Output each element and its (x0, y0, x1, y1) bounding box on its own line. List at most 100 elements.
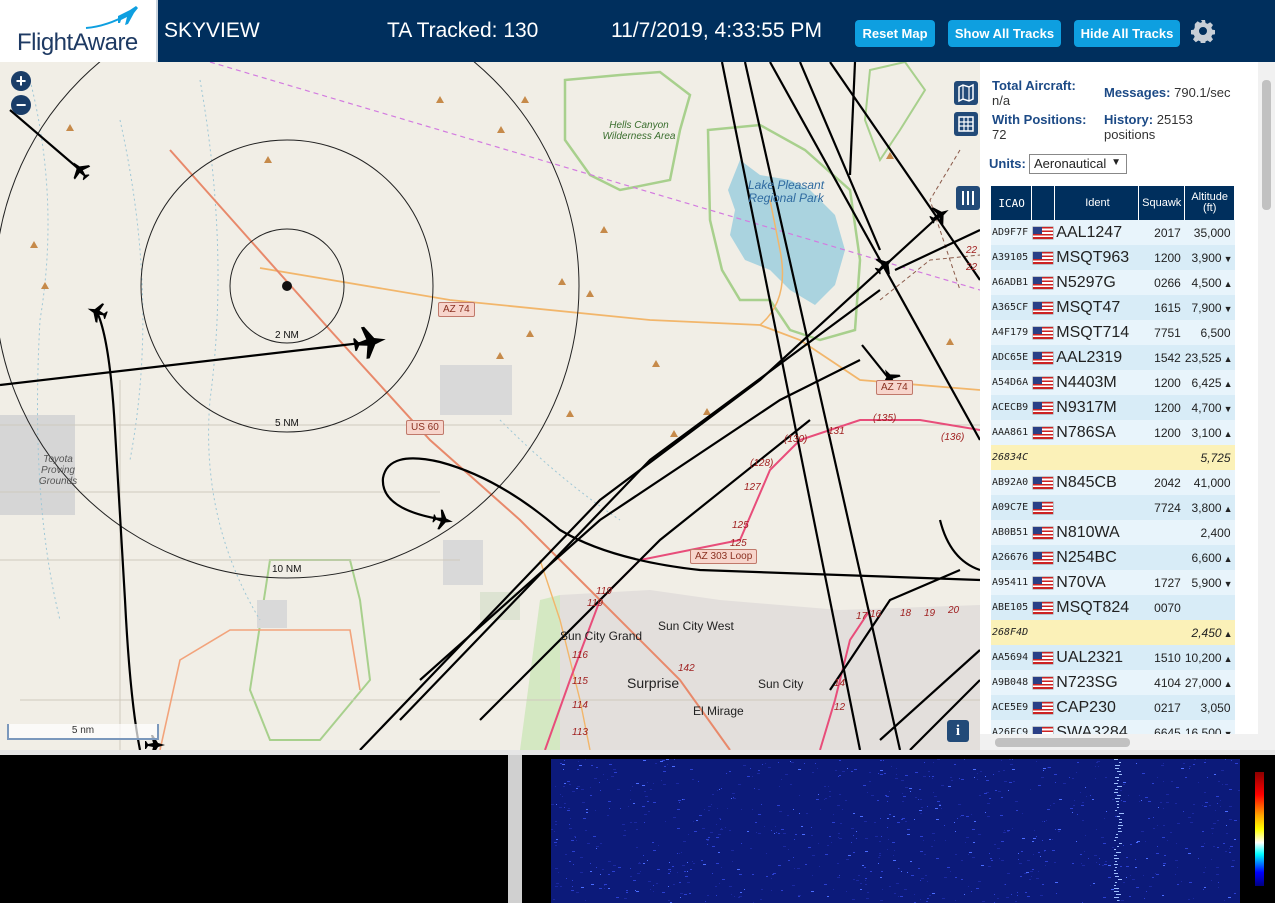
scrollbar-thumb[interactable] (995, 738, 1130, 747)
units-select[interactable]: Aeronautical ▼ (1029, 154, 1127, 174)
route-number: 119 (596, 586, 612, 597)
aircraft-sidebar: Total Aircraft: n/a Messages: 790.1/sec … (980, 62, 1275, 750)
cell-altitude: 2,400 (1184, 520, 1235, 545)
colorbar-legend (1255, 772, 1264, 886)
us-flag-icon (1033, 576, 1054, 589)
col-altitude-header[interactable]: Altitude (ft) (1184, 186, 1235, 220)
altitude-trend-icon: ▲ (1223, 378, 1233, 389)
cell-squawk: 1200 (1138, 420, 1185, 445)
cell-icao: A6ADB1 (991, 270, 1032, 295)
table-row[interactable]: A54D6A N4403M 1200 6,425 ▲ (991, 370, 1235, 395)
grid-button[interactable] (954, 112, 978, 136)
history-label: History: (1104, 112, 1154, 127)
cell-flag (1031, 370, 1055, 395)
info-button[interactable]: i (947, 720, 969, 742)
cell-ident: N254BC (1054, 545, 1139, 570)
highway-shield: AZ 74 (876, 380, 913, 395)
cell-icao: A09C7E (991, 495, 1032, 520)
col-squawk-header[interactable]: Squawk (1138, 186, 1186, 220)
cell-ident: MSQT714 (1054, 320, 1139, 345)
cell-squawk: 1727 (1138, 570, 1185, 595)
table-row[interactable]: A95411 N70VA 1727 5,900 ▼ (991, 570, 1235, 595)
table-row[interactable]: AAA861 N786SA 1200 3,100 ▲ (991, 420, 1235, 445)
with-positions-label: With Positions: (992, 112, 1087, 127)
place-label: Sun City Grand (560, 629, 643, 643)
zoom-in-button[interactable]: + (11, 71, 31, 91)
columns-toggle-button[interactable] (956, 186, 980, 210)
table-row[interactable]: ACE5E9 CAP230 0217 3,050 (991, 695, 1235, 720)
table-row[interactable]: A09C7E 7724 3,800 ▲ (991, 495, 1235, 520)
horizontal-scrollbar[interactable] (980, 734, 1258, 750)
cell-ident: CAP230 (1054, 695, 1139, 720)
app-title: SKYVIEW (164, 19, 260, 42)
us-flag-icon (1033, 426, 1054, 439)
route-number: 119 (587, 598, 603, 609)
table-row[interactable]: AA5694 UAL2321 1510 10,200 ▲ (991, 645, 1235, 670)
cell-flag (1031, 420, 1055, 445)
altitude-trend-icon: ▲ (1223, 553, 1233, 564)
cell-icao: A39105 (991, 245, 1032, 270)
table-row[interactable]: ADC65E AAL2319 1542 23,525 ▲ (991, 345, 1235, 370)
place-label: Surprise (627, 675, 680, 691)
cell-ident (1054, 495, 1139, 520)
scrollbar-thumb[interactable] (1262, 80, 1271, 210)
us-flag-icon (1033, 251, 1054, 264)
table-row[interactable]: ABE105 MSQT824 0070 (991, 595, 1235, 620)
signal-panel (0, 755, 508, 903)
reset-map-button[interactable]: Reset Map (855, 20, 935, 47)
table-row[interactable]: 268F4D 2,450 ▲ (991, 620, 1235, 645)
cell-icao: A9B048 (991, 670, 1032, 695)
vertical-scrollbar[interactable] (1258, 62, 1275, 750)
col-flag-header[interactable] (1031, 186, 1055, 220)
altitude-value: 7,900 (1191, 300, 1222, 315)
altitude-value: 27,000 (1184, 675, 1222, 690)
map-view[interactable]: + − 2 NM 5 NM 10 NM AZ 74 US 60 AZ 303 L… (0, 62, 980, 750)
col-ident-header[interactable]: Ident (1054, 186, 1140, 220)
altitude-value: 5,900 (1191, 575, 1222, 590)
cell-flag (1031, 645, 1055, 670)
gear-icon[interactable] (1191, 19, 1215, 43)
table-row[interactable]: A39105 MSQT963 1200 3,900 ▼ (991, 245, 1235, 270)
altitude-value: 6,425 (1191, 375, 1222, 390)
flightaware-logo[interactable]: FlightAware (0, 0, 158, 62)
cell-flag (1031, 345, 1055, 370)
messages-stat: Messages: 790.1/sec (1104, 85, 1230, 100)
table-row[interactable]: AB92A0 N845CB 2042 41,000 (991, 470, 1235, 495)
place-label: Hells Canyon Wilderness Area (602, 120, 676, 142)
cell-icao: 268F4D (991, 620, 1032, 645)
map-layers-button[interactable] (954, 81, 978, 105)
route-number: 14 (834, 678, 846, 689)
altitude-trend-icon: ▲ (1223, 353, 1233, 364)
show-all-tracks-button[interactable]: Show All Tracks (948, 20, 1061, 47)
altitude-value: 6,600 (1191, 550, 1222, 565)
hide-all-tracks-button[interactable]: Hide All Tracks (1074, 20, 1180, 47)
panel-divider[interactable] (508, 755, 522, 903)
col-icao-header[interactable]: ICAO (991, 186, 1033, 220)
us-flag-icon (1033, 401, 1054, 414)
cell-flag (1031, 495, 1055, 520)
cell-ident: N9317M (1054, 395, 1139, 420)
altitude-value: 3,800 (1191, 500, 1222, 515)
cell-flag (1031, 545, 1055, 570)
table-row[interactable]: A26676 N254BC 6,600 ▲ (991, 545, 1235, 570)
route-number: 127 (744, 482, 761, 493)
table-row[interactable]: A9B048 N723SG 4104 27,000 ▲ (991, 670, 1235, 695)
table-row[interactable]: A6ADB1 N5297G 0266 4,500 ▲ (991, 270, 1235, 295)
us-flag-icon (1033, 501, 1054, 514)
altitude-value: 6,500 (1200, 325, 1231, 340)
table-row[interactable]: 26834C 5,725 (991, 445, 1235, 470)
cell-icao: AAA861 (991, 420, 1032, 445)
table-row[interactable]: A4F179 MSQT714 7751 6,500 (991, 320, 1235, 345)
table-row[interactable]: AB0B51 N810WA 2,400 (991, 520, 1235, 545)
cell-icao: AB0B51 (991, 520, 1032, 545)
zoom-out-button[interactable]: − (11, 95, 31, 115)
total-aircraft-value: n/a (992, 93, 1011, 108)
route-number: 20 (948, 605, 960, 616)
highway-shield: US 60 (406, 420, 444, 435)
table-row[interactable]: ACECB9 N9317M 1200 4,700 ▼ (991, 395, 1235, 420)
table-row[interactable]: AD9F7F AAL1247 2017 35,000 (991, 220, 1235, 245)
route-number: 131 (828, 426, 845, 437)
cell-flag (1031, 220, 1055, 245)
cell-icao: A365CF (991, 295, 1032, 320)
table-row[interactable]: A365CF MSQT47 1615 7,900 ▼ (991, 295, 1235, 320)
